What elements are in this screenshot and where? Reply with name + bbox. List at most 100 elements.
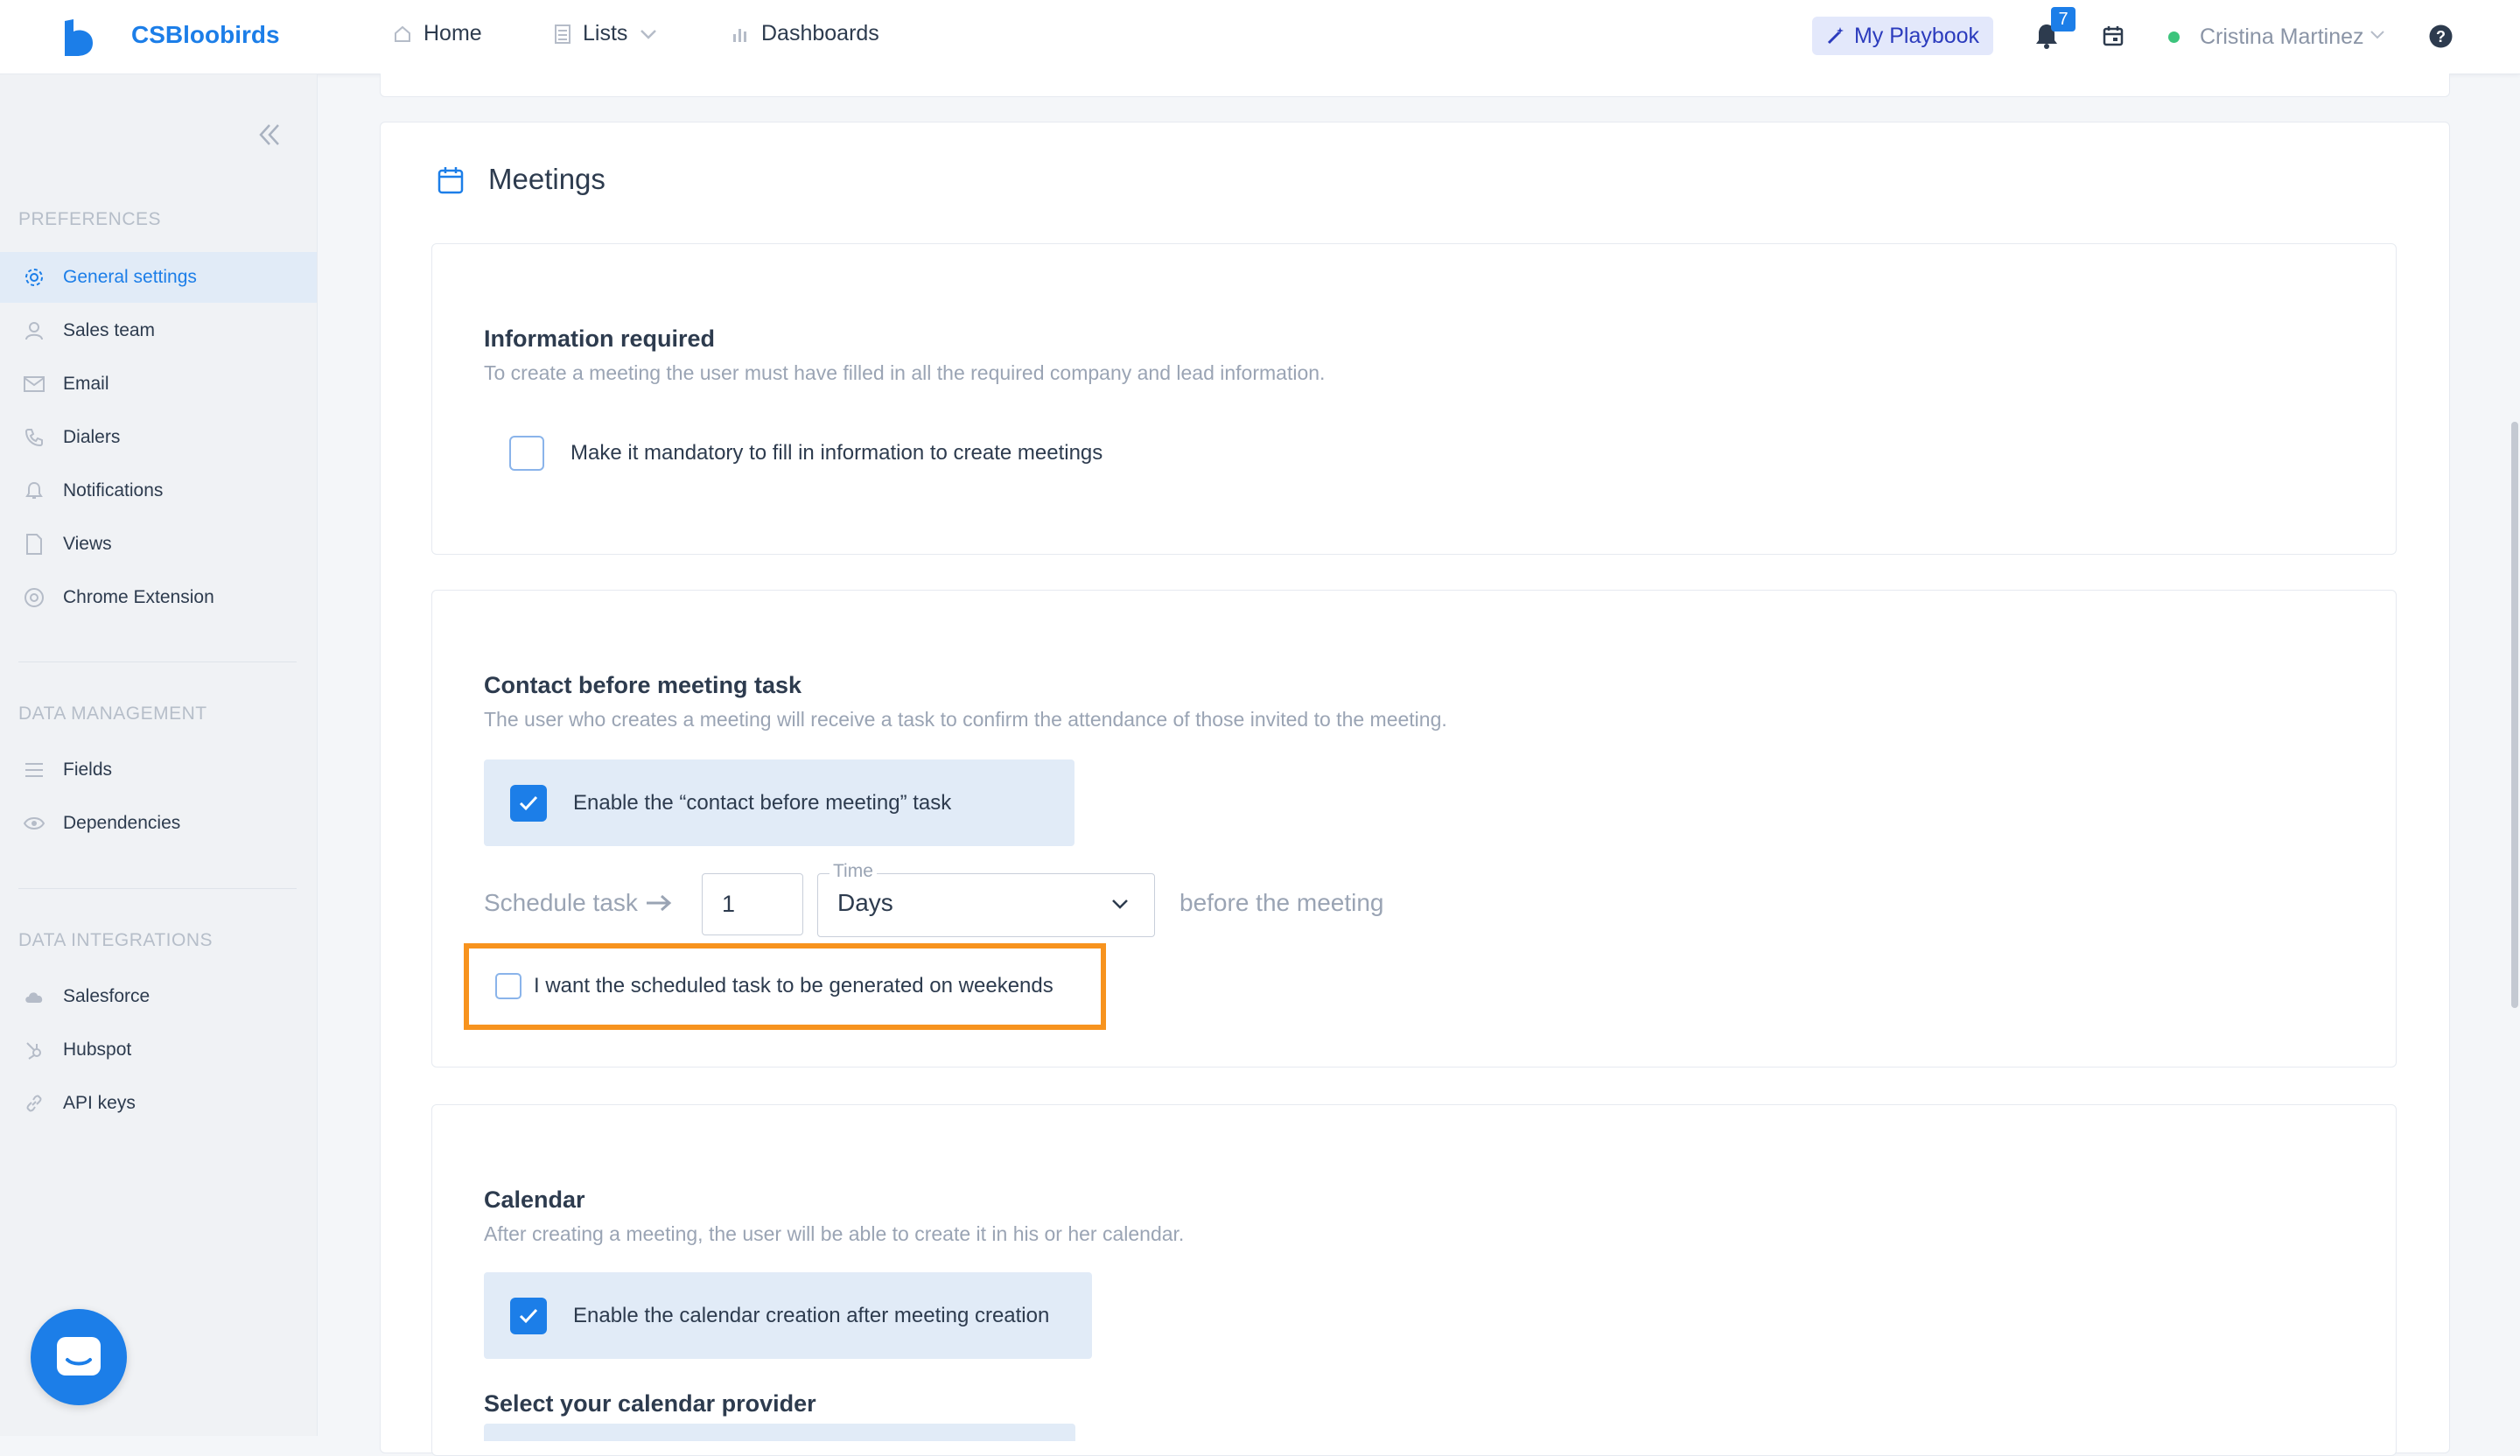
chat-icon xyxy=(57,1337,101,1376)
sidebar-divider xyxy=(18,888,297,889)
hubspot-icon xyxy=(23,1039,46,1061)
help-icon[interactable]: ? xyxy=(2429,24,2453,48)
mandatory-info-checkbox[interactable] xyxy=(509,436,544,471)
nav-lists[interactable]: Lists xyxy=(555,21,657,46)
bar-chart-icon xyxy=(733,28,746,42)
user-icon xyxy=(23,319,46,342)
sidebar-item-notifications[interactable]: Notifications xyxy=(0,466,317,516)
contact-before-heading: Contact before meeting task xyxy=(484,672,802,698)
sidebar-item-label: Hubspot xyxy=(63,1040,132,1060)
sidebar-item-label: Salesforce xyxy=(63,986,150,1006)
calendar-provider-heading: Select your calendar provider xyxy=(484,1390,816,1417)
page-title: Meetings xyxy=(488,163,606,195)
weekend-checkbox-label: I want the scheduled task to be generate… xyxy=(534,974,1054,998)
enable-calendar-checkbox[interactable] xyxy=(510,1297,547,1334)
support-chat-button[interactable] xyxy=(31,1309,127,1405)
calendar-provider-option[interactable] xyxy=(484,1424,1075,1441)
chevron-down-icon[interactable] xyxy=(1110,897,1130,911)
home-icon xyxy=(395,25,410,42)
sidebar-item-chrome-extension[interactable]: Chrome Extension xyxy=(0,572,317,623)
eye-icon xyxy=(23,812,46,835)
link-icon xyxy=(23,1092,46,1115)
enable-calendar-checkbox-row[interactable]: Enable the calendar creation after meeti… xyxy=(484,1272,1092,1359)
nav-lists-label: Lists xyxy=(583,21,628,46)
section-title-preferences: PREFERENCES xyxy=(18,209,162,229)
time-select-value: Days xyxy=(837,889,893,916)
weekend-checkbox-row[interactable]: I want the scheduled task to be generate… xyxy=(495,973,1054,999)
settings-sidebar: PREFERENCES General settings Sales team … xyxy=(0,74,318,1436)
sidebar-item-label: Dialers xyxy=(63,427,121,447)
sidebar-item-label: Sales team xyxy=(63,320,156,340)
section-title-data-management: DATA MANAGEMENT xyxy=(18,704,207,724)
enable-contact-before-checkbox[interactable] xyxy=(510,784,547,822)
my-playbook-button[interactable]: My Playbook xyxy=(1812,17,1993,55)
bloobirds-logo-icon[interactable] xyxy=(61,19,96,56)
top-bar: CSBloobirds Home Lists Dashboards My Pla… xyxy=(0,0,2520,74)
calendar-heading: Calendar xyxy=(484,1186,585,1213)
nav-dashboards-label: Dashboards xyxy=(761,21,879,46)
calendar-icon[interactable] xyxy=(2103,25,2124,46)
collapse-sidebar-icon[interactable] xyxy=(256,122,283,148)
sidebar-item-fields[interactable]: Fields xyxy=(0,745,317,795)
svg-text:?: ? xyxy=(2436,28,2446,46)
mail-icon xyxy=(23,373,46,396)
phone-icon xyxy=(23,426,46,449)
sidebar-item-label: Fields xyxy=(63,760,113,780)
mandatory-info-label: Make it mandatory to fill in information… xyxy=(570,441,1103,465)
sidebar-item-label: General settings xyxy=(63,267,197,287)
enable-contact-before-checkbox-row[interactable]: Enable the “contact before meeting” task xyxy=(484,760,1074,846)
page-scrollbar[interactable] xyxy=(2511,422,2518,1008)
list-icon xyxy=(23,759,46,781)
sidebar-item-views[interactable]: Views xyxy=(0,519,317,570)
schedule-task-text: Schedule task xyxy=(484,889,638,916)
information-required-description: To create a meeting the user must have f… xyxy=(484,361,1326,384)
nav-home-label: Home xyxy=(424,21,482,46)
sidebar-item-dialers[interactable]: Dialers xyxy=(0,412,317,463)
information-required-card xyxy=(431,243,2397,555)
before-meeting-label: before the meeting xyxy=(1180,889,1384,916)
sidebar-item-email[interactable]: Email xyxy=(0,359,317,410)
sidebar-item-hubspot[interactable]: Hubspot xyxy=(0,1025,317,1075)
chevron-down-icon[interactable] xyxy=(2370,29,2385,41)
schedule-task-label: Schedule task xyxy=(484,889,673,917)
user-name[interactable]: Cristina Martinez xyxy=(2200,24,2364,50)
sidebar-item-general-settings[interactable]: General settings xyxy=(0,252,317,303)
brand-name[interactable]: CSBloobirds xyxy=(131,21,280,49)
my-playbook-label: My Playbook xyxy=(1853,23,1980,48)
arrow-right-icon xyxy=(646,894,672,912)
sidebar-item-label: Chrome Extension xyxy=(63,587,214,607)
sidebar-item-salesforce[interactable]: Salesforce xyxy=(0,971,317,1022)
cloud-icon xyxy=(23,985,46,1008)
calendar-icon xyxy=(438,167,464,194)
sidebar-item-label: Email xyxy=(63,374,109,394)
calendar-description: After creating a meeting, the user will … xyxy=(484,1222,1185,1245)
sidebar-item-sales-team[interactable]: Sales team xyxy=(0,305,317,356)
previous-settings-card xyxy=(380,74,2450,97)
contact-before-description: The user who creates a meeting will rece… xyxy=(484,708,1447,731)
checkmark-icon xyxy=(519,1308,538,1323)
bell-icon xyxy=(23,480,46,502)
enable-contact-before-label: Enable the “contact before meeting” task xyxy=(573,790,952,815)
chrome-icon xyxy=(23,586,46,609)
magic-wand-icon xyxy=(1827,27,1844,45)
sidebar-item-dependencies[interactable]: Dependencies xyxy=(0,798,317,849)
checkmark-icon xyxy=(519,795,538,810)
nav-home[interactable]: Home xyxy=(394,21,482,46)
sidebar-item-label: Notifications xyxy=(63,480,164,500)
sidebar-item-label: API keys xyxy=(63,1093,136,1113)
sidebar-item-label: Dependencies xyxy=(63,813,181,833)
section-title-data-integrations: DATA INTEGRATIONS xyxy=(18,930,214,950)
nav-dashboards[interactable]: Dashboards xyxy=(732,21,879,46)
schedule-amount-input[interactable] xyxy=(702,873,803,935)
file-icon xyxy=(23,533,46,556)
enable-calendar-label: Enable the calendar creation after meeti… xyxy=(573,1303,1050,1327)
information-required-heading: Information required xyxy=(484,326,716,352)
sidebar-item-label: Views xyxy=(63,534,112,554)
online-status-dot xyxy=(2168,32,2180,43)
weekend-checkbox[interactable] xyxy=(495,973,522,999)
gear-icon xyxy=(23,266,46,289)
lists-icon xyxy=(555,24,570,44)
mandatory-info-checkbox-row[interactable]: Make it mandatory to fill in information… xyxy=(509,436,1102,471)
sidebar-item-api-keys[interactable]: API keys xyxy=(0,1078,317,1129)
time-select-legend: Time xyxy=(830,861,877,882)
